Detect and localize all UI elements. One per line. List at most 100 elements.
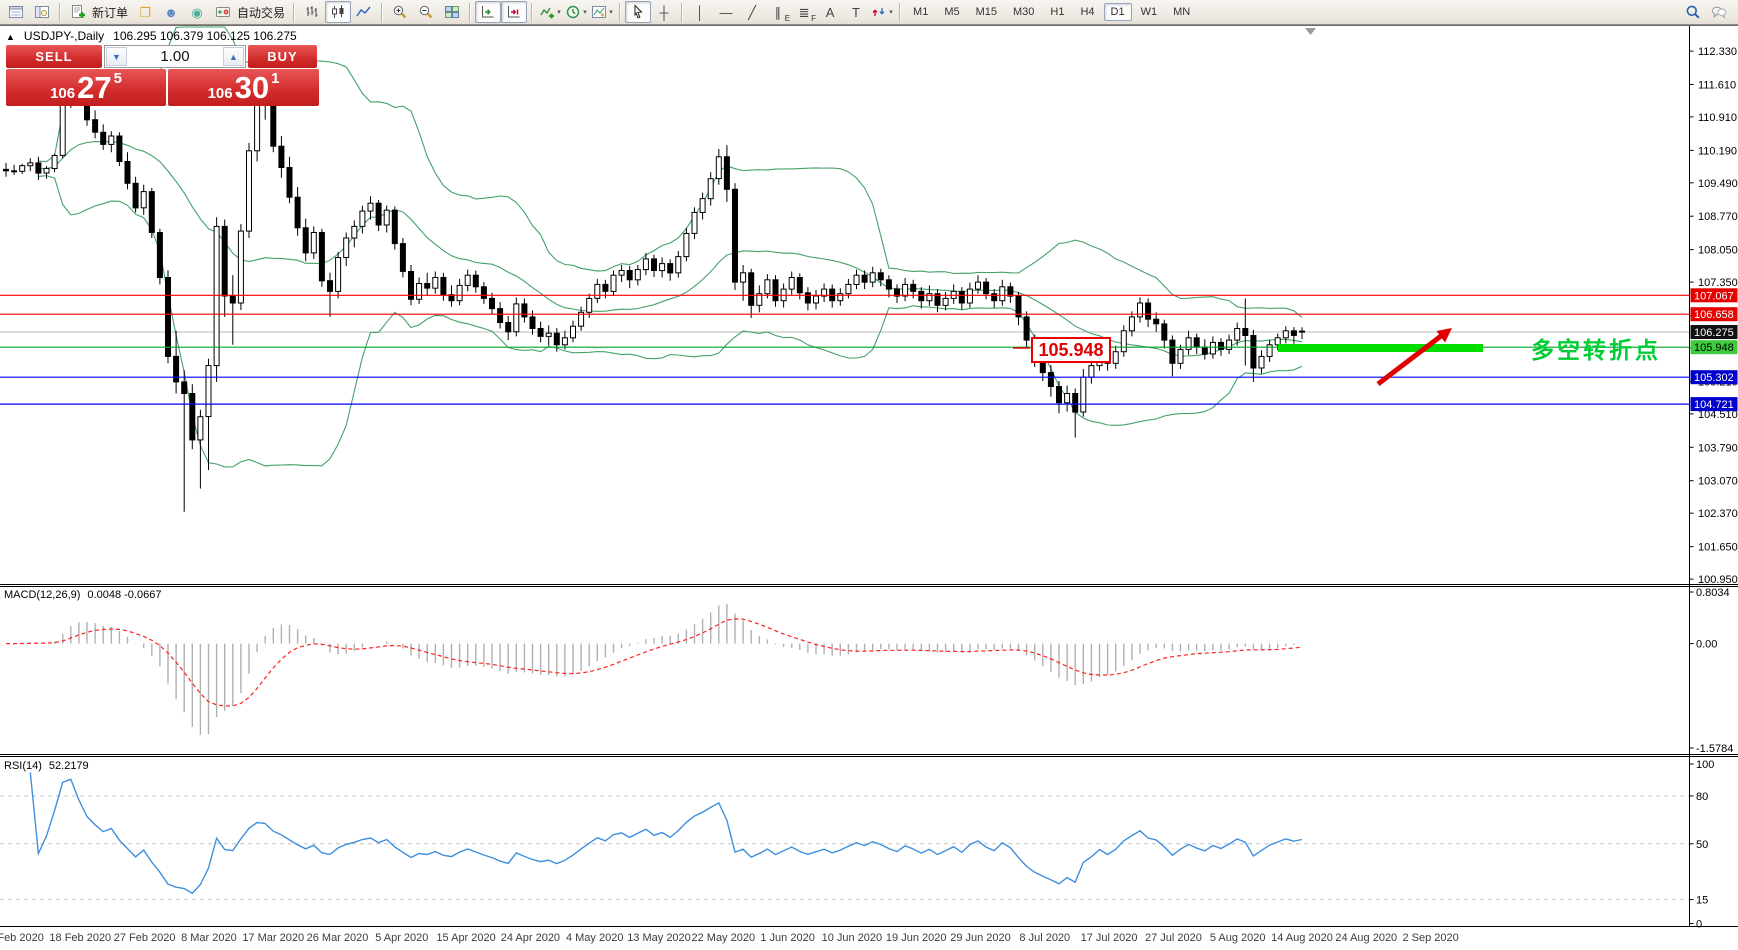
history-center-icon[interactable]: ❐: [132, 1, 158, 23]
toolbar-separator: [899, 3, 901, 22]
svg-text:10 Jun 2020: 10 Jun 2020: [822, 932, 883, 944]
chart-canvas[interactable]: 112.330111.610110.910110.190109.490108.7…: [0, 0, 1738, 950]
date-axis[interactable]: 9 Feb 2020 18 Feb 202027 Feb 2020 8 Mar 20…: [0, 932, 1459, 944]
chart-shift-icon[interactable]: [501, 1, 527, 23]
autotrading-button-label[interactable]: 自动交易: [237, 4, 285, 21]
buy-button[interactable]: BUY: [248, 45, 317, 68]
toolbar-separator: [293, 3, 295, 22]
volume-input[interactable]: 1.00: [128, 46, 222, 67]
sell-price-button[interactable]: 106 27 5: [6, 69, 166, 106]
timeframe-h1-button[interactable]: H1: [1043, 3, 1071, 21]
autotrading-button[interactable]: [210, 1, 236, 23]
volume-decrease-button[interactable]: ▼: [106, 47, 127, 66]
svg-text:100: 100: [1696, 759, 1714, 771]
chart-header: ▲ USDJPY-,Daily 106.295 106.379 106.125 …: [6, 29, 297, 43]
timeframe-m5-button[interactable]: M5: [937, 3, 966, 21]
auto-scroll-icon[interactable]: [475, 1, 501, 23]
toolbar-separator: [59, 3, 61, 22]
rsi-indicator-label: RSI(14) 52.2179: [4, 760, 89, 772]
toolbar-separator: [619, 3, 621, 22]
text-icon[interactable]: A: [817, 1, 843, 23]
line-chart-icon[interactable]: [351, 1, 377, 23]
svg-text:0.00: 0.00: [1696, 639, 1717, 651]
timeframe-m30-button[interactable]: M30: [1006, 3, 1041, 21]
svg-text:110.190: 110.190: [1698, 145, 1737, 157]
svg-text:27 Jul 2020: 27 Jul 2020: [1145, 932, 1202, 944]
timeframe-d1-button[interactable]: D1: [1104, 3, 1132, 21]
toolbar-separator: [469, 3, 471, 22]
sell-button[interactable]: SELL: [6, 45, 102, 68]
svg-text:109.490: 109.490: [1698, 178, 1738, 190]
templates-icon[interactable]: ▾: [589, 1, 615, 23]
candlestick-chart-icon[interactable]: [325, 1, 351, 23]
svg-text:103.070: 103.070: [1698, 476, 1738, 488]
volume-stepper: ▼ 1.00 ▲: [104, 45, 246, 68]
sell-price-figure: 106: [50, 85, 75, 102]
svg-text:106.658: 106.658: [1694, 309, 1734, 321]
volume-increase-button[interactable]: ▲: [223, 47, 244, 66]
svg-text:19 Jun 2020: 19 Jun 2020: [886, 932, 947, 944]
svg-text:5 Aug 2020: 5 Aug 2020: [1210, 932, 1266, 944]
svg-text:24 Apr 2020: 24 Apr 2020: [501, 932, 560, 944]
market-watch-icon[interactable]: [3, 1, 29, 23]
main-toolbar: 新订单❐☻◉自动交易▾▾▾┼│—╱∥E≣FAT▾M1M5M15M30H1H4D1…: [0, 0, 1738, 25]
cursor-icon[interactable]: [625, 1, 651, 23]
svg-text:18 Feb 2020: 18 Feb 2020: [49, 932, 111, 944]
horizontal-line-icon[interactable]: —: [713, 1, 739, 23]
timeframe-mn-button[interactable]: MN: [1166, 3, 1197, 21]
svg-text:22 May 2020: 22 May 2020: [691, 932, 755, 944]
collapse-icon[interactable]: ▲: [6, 32, 15, 42]
svg-text:0: 0: [1696, 919, 1702, 931]
svg-text:29 Jun 2020: 29 Jun 2020: [950, 932, 1011, 944]
zoom-in-icon[interactable]: [387, 1, 413, 23]
timeframe-w1-button[interactable]: W1: [1134, 3, 1165, 21]
svg-text:9 Feb 2020: 9 Feb 2020: [0, 932, 44, 944]
vertical-line-icon[interactable]: │: [687, 1, 713, 23]
toolbar-separator: [531, 3, 533, 22]
buy-price-button[interactable]: 106 30 1: [168, 69, 319, 106]
turning-point-annotation: 多空转折点: [1531, 331, 1661, 365]
buy-price-point: 1: [271, 70, 279, 87]
tile-windows-icon[interactable]: [439, 1, 465, 23]
symbol-title: USDJPY-,Daily: [24, 29, 104, 43]
toolbar-separator: [381, 3, 383, 22]
svg-text:24 Aug 2020: 24 Aug 2020: [1335, 932, 1397, 944]
symbol-search-icon[interactable]: [1680, 1, 1706, 23]
new-order-button-label[interactable]: 新订单: [92, 4, 128, 21]
timeframe-m15-button[interactable]: M15: [969, 3, 1004, 21]
signals-icon[interactable]: ◉: [184, 1, 210, 23]
data-window-icon[interactable]: [29, 1, 55, 23]
svg-text:8 Jul 2020: 8 Jul 2020: [1019, 932, 1070, 944]
svg-text:17 Mar 2020: 17 Mar 2020: [242, 932, 304, 944]
ohlc-readout: 106.295 106.379 106.125 106.275: [113, 29, 297, 43]
trendline-icon[interactable]: ╱: [739, 1, 765, 23]
bar-chart-icon[interactable]: [299, 1, 325, 23]
svg-text:107.067: 107.067: [1694, 290, 1734, 302]
fibonacci-icon[interactable]: ≣F: [791, 1, 817, 23]
indicators-icon[interactable]: ▾: [537, 1, 563, 23]
chat-icon[interactable]: [1706, 1, 1732, 23]
svg-text:105.948: 105.948: [1694, 342, 1734, 354]
arrows-objects-icon[interactable]: ▾: [869, 1, 895, 23]
svg-text:27 Feb 2020: 27 Feb 2020: [114, 932, 176, 944]
svg-text:8 Mar 2020: 8 Mar 2020: [181, 932, 237, 944]
timeframe-m1-button[interactable]: M1: [906, 3, 935, 21]
svg-text:104.721: 104.721: [1694, 399, 1734, 411]
svg-text:14 Aug 2020: 14 Aug 2020: [1271, 932, 1333, 944]
svg-text:-1.5784: -1.5784: [1696, 743, 1733, 755]
text-label-icon[interactable]: T: [843, 1, 869, 23]
sell-price-pips: 27: [77, 72, 111, 103]
highlight-bar: [1278, 344, 1483, 352]
timeframe-h4-button[interactable]: H4: [1073, 3, 1101, 21]
zoom-out-icon[interactable]: [413, 1, 439, 23]
periods-icon[interactable]: ▾: [563, 1, 589, 23]
new-order-button[interactable]: [65, 1, 91, 23]
navigator-icon[interactable]: ☻: [158, 1, 184, 23]
crosshair-icon[interactable]: ┼: [651, 1, 677, 23]
equidistant-channel-icon[interactable]: ∥E: [765, 1, 791, 23]
svg-text:2 Sep 2020: 2 Sep 2020: [1402, 932, 1458, 944]
rsi-name: RSI(14): [4, 760, 42, 772]
svg-text:13 May 2020: 13 May 2020: [627, 932, 691, 944]
svg-text:106.275: 106.275: [1694, 327, 1734, 339]
rsi-value: 52.2179: [49, 760, 89, 772]
